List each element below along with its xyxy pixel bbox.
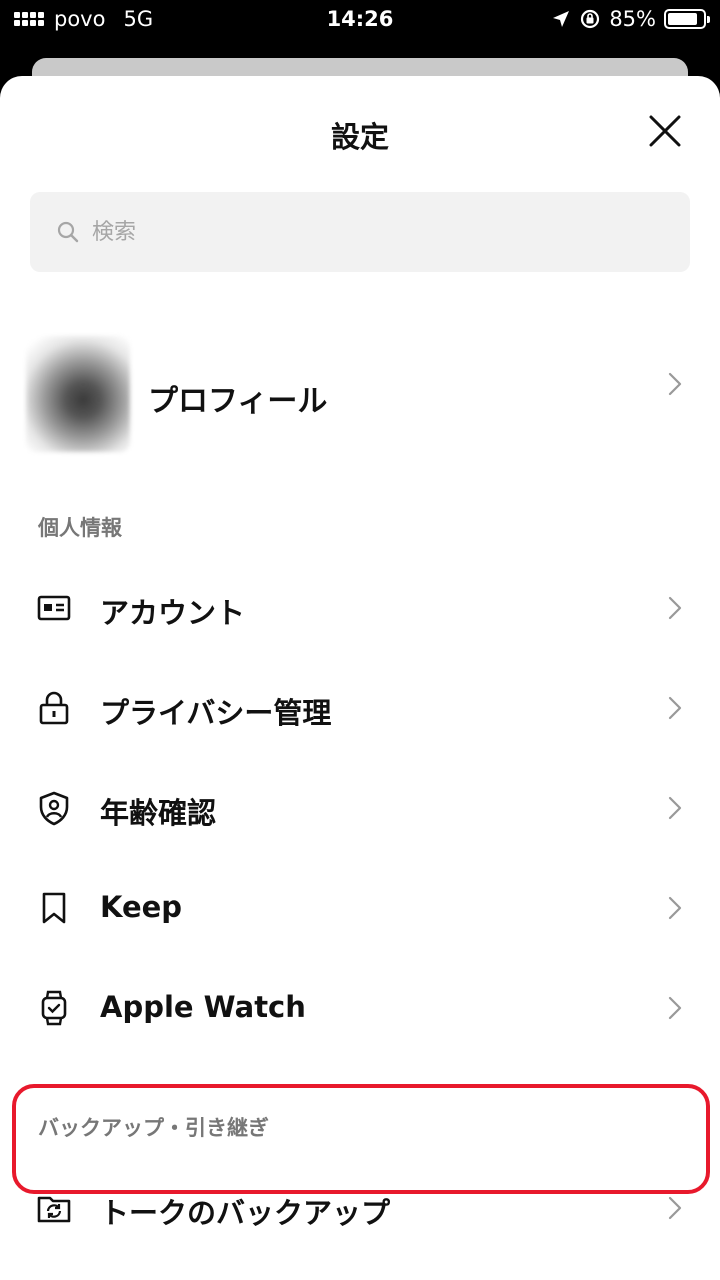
settings-item-label: Keep	[100, 890, 183, 924]
highlight-annotation	[12, 1084, 710, 1194]
search-input[interactable]	[92, 219, 652, 245]
id-card-icon	[37, 595, 71, 621]
close-icon[interactable]	[648, 114, 682, 148]
bookmark-icon	[42, 892, 66, 924]
avatar	[26, 336, 130, 452]
settings-item-keep[interactable]: Keep	[0, 858, 720, 958]
chevron-right-icon	[668, 696, 682, 720]
settings-item-age-verification[interactable]: 年齢確認	[0, 758, 720, 858]
chevron-right-icon	[668, 596, 682, 620]
page-title: 設定	[330, 120, 389, 154]
chevron-right-icon	[668, 896, 682, 920]
settings-item-label: アカウント	[100, 596, 246, 630]
rotation-lock-icon	[581, 9, 600, 29]
chevron-right-icon	[668, 996, 682, 1020]
status-right: 85%	[551, 7, 710, 31]
shield-user-icon	[39, 791, 69, 826]
location-arrow-icon	[553, 11, 570, 27]
settings-item-apple-watch[interactable]: Apple Watch	[0, 958, 720, 1058]
smartwatch-icon	[41, 990, 67, 1026]
settings-item-label: 年齢確認	[100, 796, 217, 830]
profile-row[interactable]: プロフィール	[0, 334, 720, 454]
settings-item-label: プライバシー管理	[100, 696, 332, 730]
settings-item-label: Apple Watch	[100, 990, 306, 1024]
battery-icon	[664, 9, 710, 29]
search-icon	[57, 221, 79, 243]
section-header-personal: 個人情報	[38, 516, 122, 540]
chevron-right-icon	[668, 796, 682, 820]
profile-label: プロフィール	[148, 384, 328, 419]
settings-item-label: トークのバックアップ	[100, 1196, 391, 1230]
search-bar[interactable]	[30, 192, 690, 272]
lock-icon	[39, 691, 69, 725]
settings-item-privacy[interactable]: プライバシー管理	[0, 658, 720, 758]
chevron-right-icon	[668, 372, 682, 396]
status-bar: povo 5G 14:26 85%	[0, 0, 720, 40]
folder-sync-icon	[37, 1196, 71, 1223]
chevron-right-icon	[668, 1196, 682, 1220]
battery-percent: 85%	[609, 7, 656, 31]
settings-item-account[interactable]: アカウント	[0, 558, 720, 658]
